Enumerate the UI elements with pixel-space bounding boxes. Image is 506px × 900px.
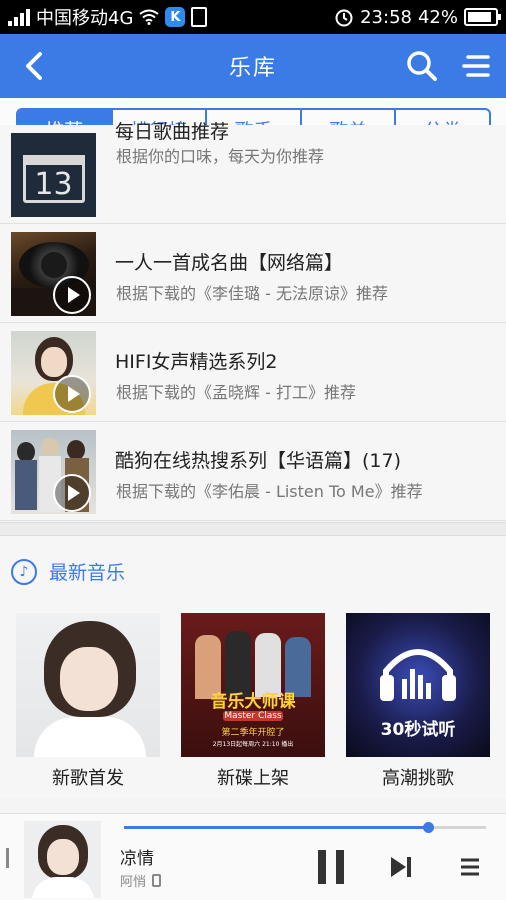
playlist-queue-icon[interactable]	[459, 856, 481, 878]
play-icon[interactable]	[53, 375, 91, 413]
song-title: 凉情	[120, 849, 154, 869]
card-caption: 新碟上架	[217, 768, 289, 789]
card-new-songs[interactable]: 新歌首发	[16, 613, 160, 791]
signal-icon	[8, 8, 30, 26]
playlist-subtitle: 根据下载的《孟晓辉 - 打工》推荐	[116, 383, 356, 402]
card-hot-picks[interactable]: 30秒试听 高潮挑歌	[346, 613, 490, 791]
card-art-title: 30秒试听	[380, 720, 456, 740]
search-button[interactable]	[404, 48, 440, 84]
now-playing-cover[interactable]	[24, 821, 101, 898]
pause-button[interactable]	[318, 850, 344, 884]
battery-percent: 42%	[417, 6, 458, 28]
card-art-banner: 第二季年开腔了	[221, 728, 285, 738]
list-item[interactable]: 13 每日歌曲推荐 根据你的口味，每天为你推荐	[0, 121, 506, 224]
playlist-cover	[11, 331, 96, 415]
playlist-subtitle: 根据你的口味，每天为你推荐	[116, 147, 325, 166]
playlist-title: 每日歌曲推荐	[115, 121, 230, 143]
artist-name: 阿悄	[120, 875, 147, 890]
document-notification-icon	[191, 7, 208, 27]
clock-time: 23:58	[360, 6, 412, 28]
wifi-icon	[139, 9, 160, 25]
carrier-label: 中国移动4G	[36, 8, 134, 29]
list-item[interactable]: 酷狗在线热搜系列【华语篇】(17) 根据下载的《李佑晨 - Listen To …	[0, 422, 506, 521]
card-art: 音乐大师课 Master Class 第二季年开腔了 2月13日起每周六 21:…	[181, 613, 325, 757]
card-new-albums[interactable]: 音乐大师课 Master Class 第二季年开腔了 2月13日起每周六 21:…	[181, 613, 325, 791]
card-art	[16, 613, 160, 757]
playlist-title: 一人一首成名曲【网络篇】	[115, 252, 344, 274]
battery-icon	[464, 8, 501, 26]
list-item[interactable]: HIFI女声精选系列2 根据下载的《孟晓辉 - 打工》推荐	[0, 323, 506, 422]
kugou-notification-icon: K	[165, 7, 186, 27]
section-divider	[0, 522, 506, 536]
list-item[interactable]: 一人一首成名曲【网络篇】 根据下载的《李佳璐 - 无法原谅》推荐	[0, 224, 506, 323]
playlist-title: 酷狗在线热搜系列【华语篇】(17)	[115, 450, 402, 472]
card-art: 30秒试听	[346, 613, 490, 757]
playlist-title: HIFI女声精选系列2	[115, 351, 278, 373]
playlist-cover	[11, 232, 96, 316]
new-music-section: ♪ 最新音乐 新歌首发 音乐大师课 Master Class 第二季年开腔了 2…	[0, 536, 506, 798]
local-device-icon	[152, 874, 162, 887]
section-title: 最新音乐	[49, 562, 126, 584]
search-icon	[407, 51, 437, 81]
play-icon[interactable]	[53, 276, 91, 314]
card-caption: 新歌首发	[52, 768, 124, 789]
new-music-cards: 新歌首发 音乐大师课 Master Class 第二季年开腔了 2月13日起每周…	[16, 613, 491, 791]
card-caption: 高潮挑歌	[382, 768, 454, 789]
playlist-subtitle: 根据下载的《李佳璐 - 无法原谅》推荐	[116, 284, 388, 303]
calendar-thumbnail: 13	[11, 133, 96, 217]
card-art-subtitle: Master Class	[223, 711, 283, 721]
playlist-subtitle: 根据下载的《李佑晨 - Listen To Me》推荐	[116, 482, 423, 501]
drawer-handle[interactable]	[6, 848, 9, 868]
section-header[interactable]: ♪ 最新音乐	[11, 558, 125, 585]
headphones-icon	[380, 649, 456, 701]
menu-button[interactable]	[458, 48, 494, 84]
play-icon[interactable]	[53, 474, 91, 512]
chevron-left-icon	[26, 52, 42, 80]
menu-icon	[462, 55, 490, 77]
card-art-title: 音乐大师课	[210, 692, 296, 712]
next-track-icon[interactable]	[388, 854, 414, 880]
alarm-icon	[335, 9, 353, 27]
page-title: 乐库	[228, 56, 277, 81]
artist-row: 阿悄	[120, 871, 162, 890]
status-bar: 中国移动4G K 23:58 42%	[0, 0, 506, 34]
progress-bar[interactable]	[124, 822, 486, 833]
mini-player[interactable]: 凉情 阿悄	[0, 813, 506, 900]
calendar-day: 13	[34, 167, 73, 202]
back-button[interactable]	[16, 48, 52, 84]
progress-knob[interactable]	[423, 822, 435, 833]
app-header: 乐库	[0, 34, 506, 98]
card-art-date: 2月13日起每周六 21:10 播出	[212, 741, 294, 748]
playlist-cover	[11, 430, 96, 514]
music-note-icon: ♪	[11, 558, 37, 585]
